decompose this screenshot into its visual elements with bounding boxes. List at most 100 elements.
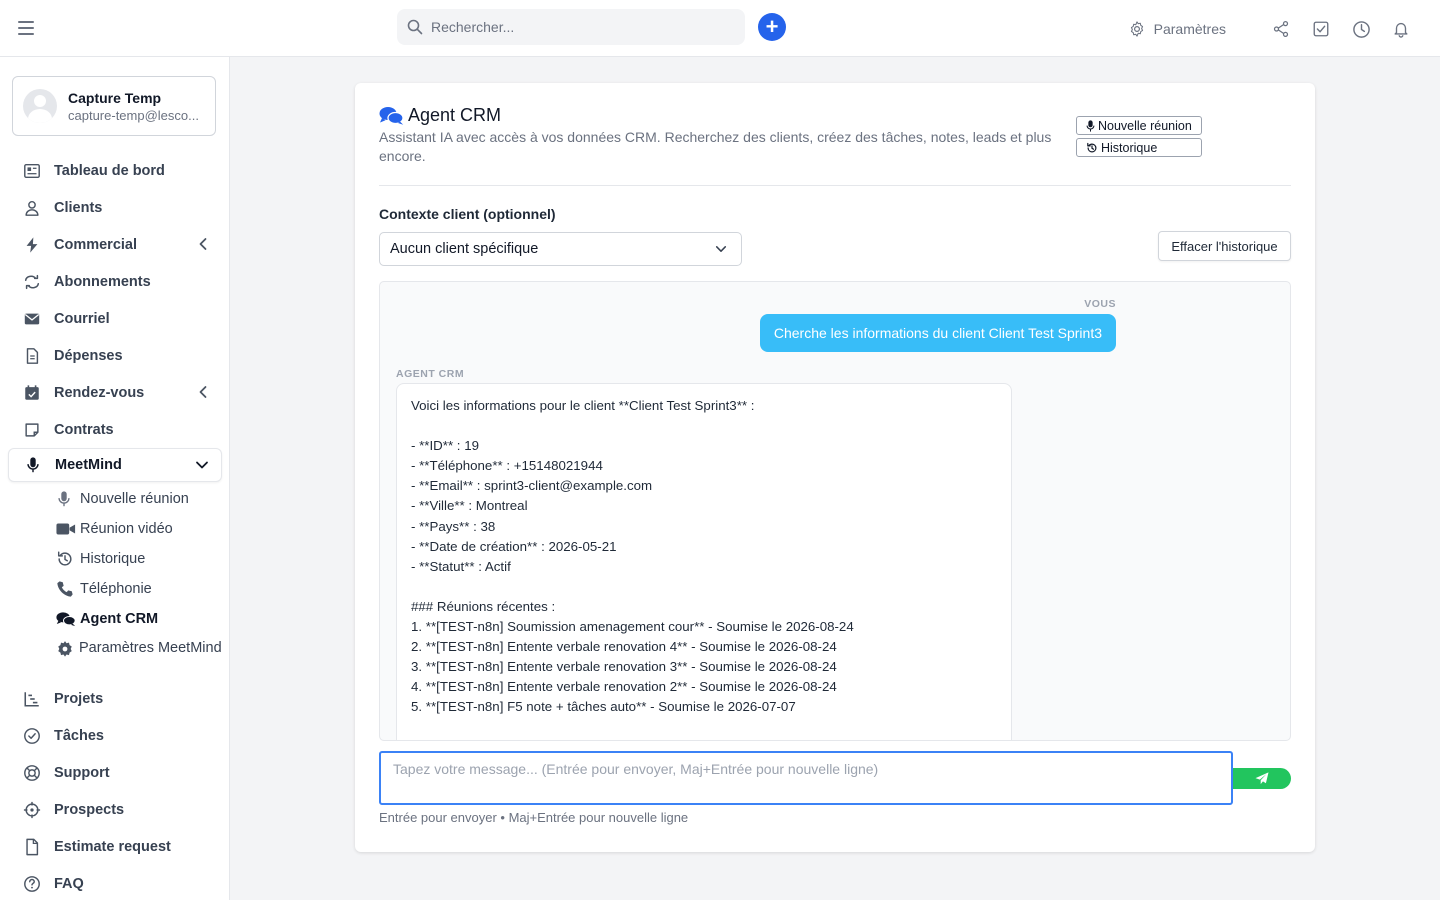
sidebar-item-faq[interactable]: FAQ bbox=[0, 865, 230, 900]
sidebar-sublabel: Nouvelle réunion bbox=[80, 491, 189, 507]
sidebar-sublabel: Téléphonie bbox=[80, 581, 152, 597]
sidebar-label: Projets bbox=[54, 690, 104, 707]
comments-icon bbox=[379, 106, 404, 125]
calendar-check-icon bbox=[22, 383, 42, 403]
add-button[interactable]: + bbox=[758, 13, 786, 41]
repeat-icon bbox=[22, 272, 42, 292]
search-input[interactable] bbox=[431, 19, 721, 35]
top-bar: + Paramètres bbox=[0, 0, 1440, 57]
search-icon bbox=[407, 19, 423, 35]
sidebar-label: Tableau de bord bbox=[54, 162, 165, 179]
user-card[interactable]: Capture Temp capture-temp@lesco... bbox=[12, 76, 216, 136]
phone-icon bbox=[56, 579, 76, 599]
sidebar-nav: Tableau de bord Clients Commercial Abonn… bbox=[0, 152, 230, 900]
comments-icon bbox=[56, 609, 76, 629]
chevron-down-icon bbox=[715, 246, 727, 252]
agent-crm-card: Agent CRM Assistant IA avec accès à vos … bbox=[355, 83, 1315, 852]
chart-icon bbox=[22, 689, 42, 709]
sidebar-subitem-video-meeting[interactable]: Réunion vidéo bbox=[56, 514, 230, 544]
sidebar-label: FAQ bbox=[54, 875, 84, 892]
select-value: Aucun client spécifique bbox=[390, 241, 539, 257]
composer-hint: Entrée pour envoyer • Maj+Entrée pour no… bbox=[379, 810, 689, 825]
video-camera-icon bbox=[56, 519, 76, 539]
sidebar-item-subscriptions[interactable]: Abonnements bbox=[0, 263, 230, 300]
user-name: Capture Temp bbox=[68, 89, 162, 106]
bolt-icon bbox=[22, 235, 42, 255]
message-input[interactable] bbox=[379, 751, 1233, 805]
sidebar-sublabel: Historique bbox=[80, 551, 146, 567]
sidebar-item-expenses[interactable]: Dépenses bbox=[0, 337, 230, 374]
lifebuoy-icon bbox=[22, 763, 42, 783]
envelope-icon bbox=[22, 309, 42, 329]
sidebar-item-projects[interactable]: Projets bbox=[0, 680, 230, 717]
paper-plane-icon bbox=[1255, 772, 1269, 785]
sidebar-label: Tâches bbox=[54, 727, 104, 744]
sidebar-subitem-meetmind-settings[interactable]: Paramètres MeetMind bbox=[56, 634, 230, 680]
send-button[interactable] bbox=[1233, 768, 1291, 789]
avatar bbox=[23, 89, 57, 123]
sidebar-item-tasks[interactable]: Tâches bbox=[0, 717, 230, 754]
note-icon bbox=[22, 420, 42, 440]
share-icon[interactable] bbox=[1270, 18, 1292, 40]
sidebar-item-contracts[interactable]: Contrats bbox=[0, 411, 230, 448]
sidebar-sublabel: Agent CRM bbox=[80, 611, 159, 627]
microphone-icon bbox=[56, 489, 76, 509]
sidebar-sublabel: Réunion vidéo bbox=[80, 521, 173, 537]
file-icon bbox=[22, 837, 42, 857]
top-actions: Paramètres bbox=[1128, 14, 1412, 44]
sidebar-label: Clients bbox=[54, 199, 103, 216]
agent-message-label: AGENT CRM bbox=[396, 368, 465, 380]
sidebar-label: Abonnements bbox=[54, 273, 151, 290]
client-context-select[interactable]: Aucun client spécifique bbox=[379, 232, 742, 266]
clock-icon[interactable] bbox=[1350, 18, 1372, 40]
sidebar-subitem-history[interactable]: Historique bbox=[56, 544, 230, 574]
checkbox-icon[interactable] bbox=[1310, 18, 1332, 40]
user-icon bbox=[22, 198, 42, 218]
history-button[interactable]: Historique bbox=[1076, 138, 1202, 157]
microphone-icon bbox=[23, 455, 43, 475]
sidebar-item-estimate[interactable]: Estimate request bbox=[0, 828, 230, 865]
search-box[interactable] bbox=[397, 9, 745, 45]
settings-label: Paramètres bbox=[1153, 21, 1226, 37]
sidebar-label: Dépenses bbox=[54, 347, 123, 364]
chevron-down-icon bbox=[196, 461, 208, 469]
sidebar-item-mail[interactable]: Courriel bbox=[0, 300, 230, 337]
new-meeting-label: Nouvelle réunion bbox=[1098, 118, 1192, 133]
sidebar-item-appointments[interactable]: Rendez-vous bbox=[0, 374, 230, 411]
sidebar-label: Contrats bbox=[54, 421, 114, 438]
sidebar-label: MeetMind bbox=[55, 457, 122, 473]
crosshair-icon bbox=[22, 800, 42, 820]
history-icon bbox=[56, 549, 76, 569]
clear-history-button[interactable]: Effacer l'historique bbox=[1158, 231, 1291, 261]
sidebar-item-dashboard[interactable]: Tableau de bord bbox=[0, 152, 230, 189]
menu-icon[interactable] bbox=[18, 18, 38, 38]
sidebar-label: Estimate request bbox=[54, 838, 171, 855]
user-email: capture-temp@lesco... bbox=[68, 107, 199, 123]
sidebar: Capture Temp capture-temp@lesco... Table… bbox=[0, 57, 230, 900]
gear-icon bbox=[1130, 21, 1143, 37]
sidebar-label: Rendez-vous bbox=[54, 384, 145, 401]
sidebar-item-meetmind[interactable]: MeetMind bbox=[8, 448, 222, 482]
sidebar-item-commercial[interactable]: Commercial bbox=[0, 226, 230, 263]
sidebar-item-clients[interactable]: Clients bbox=[0, 189, 230, 226]
sidebar-label: Prospects bbox=[54, 801, 125, 818]
chevron-left-icon bbox=[199, 386, 207, 398]
sidebar-subitem-new-meeting[interactable]: Nouvelle réunion bbox=[56, 484, 230, 514]
meetmind-submenu: Nouvelle réunion Réunion vidéo Historiqu… bbox=[0, 484, 230, 680]
sidebar-subitem-phone[interactable]: Téléphonie bbox=[56, 574, 230, 604]
user-message-label: VOUS bbox=[1084, 298, 1116, 310]
sidebar-item-support[interactable]: Support bbox=[0, 754, 230, 791]
card-header: Agent CRM Assistant IA avec accès à vos … bbox=[379, 105, 1291, 186]
sidebar-label: Courriel bbox=[54, 310, 110, 327]
settings-link[interactable]: Paramètres bbox=[1128, 20, 1226, 38]
bell-icon[interactable] bbox=[1390, 18, 1412, 40]
new-meeting-button[interactable]: Nouvelle réunion bbox=[1076, 116, 1202, 135]
chat-thread[interactable]: VOUS Cherche les informations du client … bbox=[379, 281, 1291, 741]
sidebar-sublabel: Paramètres MeetMind bbox=[79, 640, 222, 656]
sidebar-subitem-agent-crm[interactable]: Agent CRM bbox=[56, 604, 230, 634]
check-circle-icon bbox=[22, 726, 42, 746]
sidebar-label: Support bbox=[54, 764, 110, 781]
page-subtitle: Assistant IA avec accès à vos données CR… bbox=[379, 129, 1052, 164]
question-circle-icon bbox=[22, 874, 42, 894]
sidebar-item-prospects[interactable]: Prospects bbox=[0, 791, 230, 828]
